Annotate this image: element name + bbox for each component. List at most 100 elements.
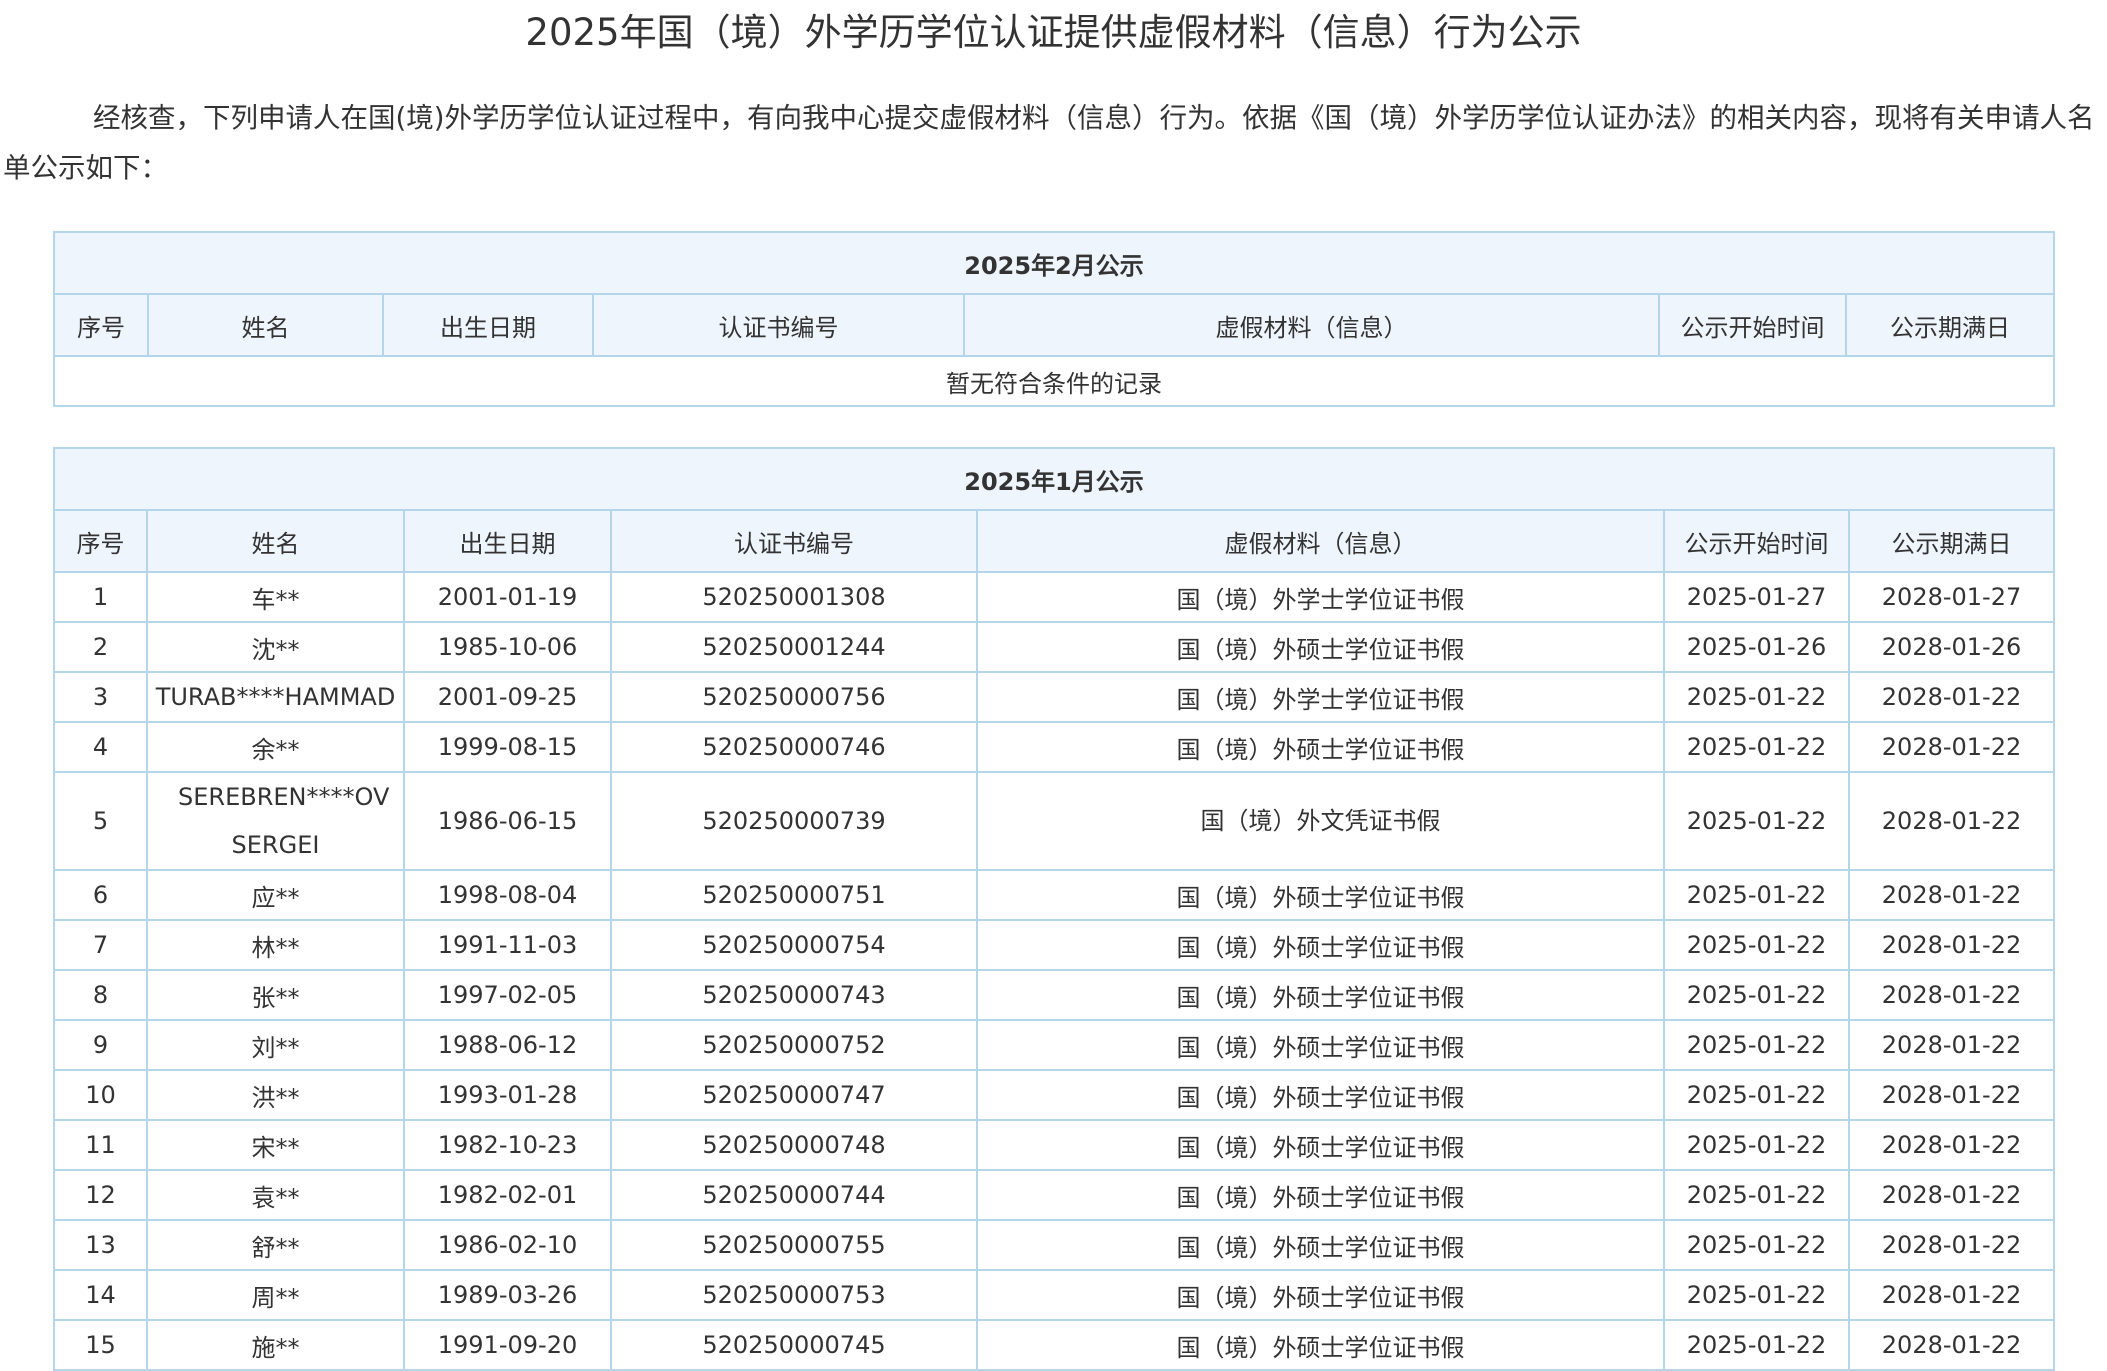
cell-dob: 2001-01-19 [403, 571, 612, 623]
col-header-cert: 认证书编号 [610, 509, 978, 573]
cell-dob: 1991-11-03 [403, 919, 612, 971]
cell-dob: 1985-10-06 [403, 621, 612, 673]
table-row: 5 SEREBREN****OV SERGEI 1986-06-15 52025… [53, 771, 2056, 871]
col-header-no: 序号 [53, 509, 148, 573]
page-title: 2025年国（境）外学历学位认证提供虚假材料（信息）行为公示 [525, 11, 1582, 54]
cell-name: 应** [146, 869, 405, 921]
cell-no: 5 [53, 771, 148, 871]
cell-no: 12 [53, 1169, 148, 1221]
col-header-end: 公示期满日 [1847, 509, 2056, 573]
cell-end: 2028-01-22 [1847, 1119, 2056, 1171]
cell-name: 沈** [146, 621, 405, 673]
cell-start: 2025-01-22 [1663, 1169, 1850, 1221]
cell-no: 8 [53, 969, 148, 1021]
cell-dob: 1989-03-26 [403, 1269, 612, 1321]
cell-start: 2025-01-27 [1663, 571, 1850, 623]
col-header-end: 公示期满日 [1844, 293, 2056, 357]
cell-end: 2028-01-26 [1847, 621, 2056, 673]
cell-no: 1 [53, 571, 148, 623]
cell-name: 洪** [146, 1069, 405, 1121]
table-row: 8 张** 1997-02-05 520250000743 国（境）外硕士学位证… [53, 969, 2056, 1021]
table-row: 3 TURAB****HAMMAD 2001-09-25 52025000075… [53, 671, 2056, 723]
cell-end: 2028-01-27 [1847, 571, 2056, 623]
cell-start: 2025-01-22 [1663, 919, 1850, 971]
cell-end: 2028-01-22 [1847, 1269, 2056, 1321]
cell-no: 9 [53, 1019, 148, 1071]
col-header-name: 姓名 [146, 509, 405, 573]
cell-end: 2028-01-22 [1847, 1219, 2056, 1271]
table-row: 1 车** 2001-01-19 520250001308 国（境）外学士学位证… [53, 571, 2056, 623]
cell-cert: 520250000746 [610, 721, 978, 773]
cell-end: 2028-01-22 [1847, 1169, 2056, 1221]
cell-name: 张** [146, 969, 405, 1021]
cell-start: 2025-01-22 [1663, 1069, 1850, 1121]
cell-cert: 520250000755 [610, 1219, 978, 1271]
cell-name: 车** [146, 571, 405, 623]
cell-no: 10 [53, 1069, 148, 1121]
cell-issue: 国（境）外硕士学位证书假 [976, 721, 1665, 773]
col-header-start: 公示开始时间 [1658, 293, 1847, 357]
cell-issue: 国（境）外硕士学位证书假 [976, 969, 1665, 1021]
table-row: 4 余** 1999-08-15 520250000746 国（境）外硕士学位证… [53, 721, 2056, 773]
cell-issue: 国（境）外文凭证书假 [976, 771, 1665, 871]
cell-end: 2028-01-22 [1847, 1019, 2056, 1071]
cell-issue: 国（境）外硕士学位证书假 [976, 1319, 1665, 1371]
cell-dob: 1988-06-12 [403, 1019, 612, 1071]
cell-dob: 1997-02-05 [403, 969, 612, 1021]
cell-end: 2028-01-22 [1847, 771, 2056, 871]
cell-cert: 520250001244 [610, 621, 978, 673]
cell-name: 周** [146, 1269, 405, 1321]
cell-cert: 520250000739 [610, 771, 978, 871]
cell-no: 15 [53, 1319, 148, 1371]
cell-cert: 520250000756 [610, 671, 978, 723]
cell-start: 2025-01-22 [1663, 721, 1850, 773]
cell-name: SEREBREN****OV SERGEI [146, 771, 405, 871]
cell-cert: 520250000747 [610, 1069, 978, 1121]
cell-start: 2025-01-26 [1663, 621, 1850, 673]
table-row: 7 林** 1991-11-03 520250000754 国（境）外硕士学位证… [53, 919, 2056, 971]
cell-cert: 520250000743 [610, 969, 978, 1021]
col-header-dob: 出生日期 [382, 293, 594, 357]
cell-cert: 520250000748 [610, 1119, 978, 1171]
cell-dob: 1993-01-28 [403, 1069, 612, 1121]
cell-start: 2025-01-22 [1663, 869, 1850, 921]
intro-paragraph: 经核查，下列申请人在国(境)外学历学位认证过程中，有向我中心提交虚假材料（信息）… [3, 102, 2095, 184]
table-row: 13 舒** 1986-02-10 520250000755 国（境）外硕士学位… [53, 1219, 2056, 1271]
cell-name: 林** [146, 919, 405, 971]
cell-name: 刘** [146, 1019, 405, 1071]
table-row: 2 沈** 1985-10-06 520250001244 国（境）外硕士学位证… [53, 621, 2056, 673]
table-row: 12 袁** 1982-02-01 520250000744 国（境）外硕士学位… [53, 1169, 2056, 1221]
empty-message: 暂无符合条件的记录 [52, 355, 2056, 407]
cell-name: 余** [146, 721, 405, 773]
cell-name: 舒** [146, 1219, 405, 1271]
cell-cert: 520250000744 [610, 1169, 978, 1221]
cell-dob: 1982-10-23 [403, 1119, 612, 1171]
cell-name: 袁** [146, 1169, 405, 1221]
cell-issue: 国（境）外硕士学位证书假 [976, 1219, 1665, 1271]
cell-end: 2028-01-22 [1847, 1319, 2056, 1371]
cell-issue: 国（境）外硕士学位证书假 [976, 1169, 1665, 1221]
cell-issue: 国（境）外学士学位证书假 [976, 571, 1665, 623]
cell-cert: 520250000754 [610, 919, 978, 971]
table-caption: 2025年1月公示 [52, 447, 2056, 511]
cell-start: 2025-01-22 [1663, 969, 1850, 1021]
col-header-issue: 虚假材料（信息） [976, 509, 1665, 573]
cell-dob: 1986-02-10 [403, 1219, 612, 1271]
col-header-start: 公示开始时间 [1663, 509, 1850, 573]
cell-end: 2028-01-22 [1847, 869, 2056, 921]
cell-end: 2028-01-22 [1847, 919, 2056, 971]
cell-dob: 1986-06-15 [403, 771, 612, 871]
col-header-cert: 认证书编号 [592, 293, 965, 357]
cell-start: 2025-01-22 [1663, 1119, 1850, 1171]
cell-cert: 520250001308 [610, 571, 978, 623]
cell-dob: 2001-09-25 [403, 671, 612, 723]
cell-no: 11 [53, 1119, 148, 1171]
cell-issue: 国（境）外硕士学位证书假 [976, 919, 1665, 971]
cell-start: 2025-01-22 [1663, 1319, 1850, 1371]
cell-dob: 1991-09-20 [403, 1319, 612, 1371]
col-header-no: 序号 [53, 293, 149, 357]
cell-cert: 520250000745 [610, 1319, 978, 1371]
table-row: 9 刘** 1988-06-12 520250000752 国（境）外硕士学位证… [53, 1019, 2056, 1071]
cell-issue: 国（境）外硕士学位证书假 [976, 1269, 1665, 1321]
cell-no: 7 [53, 919, 148, 971]
